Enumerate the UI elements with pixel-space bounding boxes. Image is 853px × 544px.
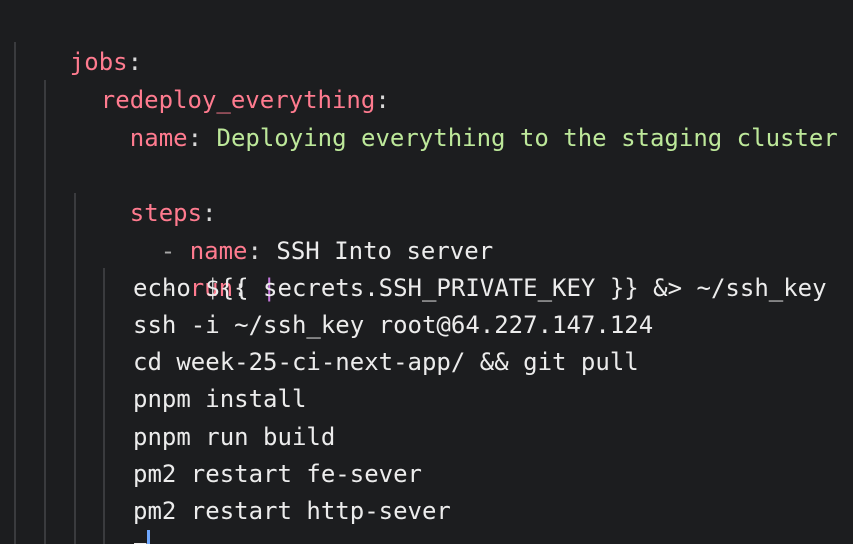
code-line-step2: - run: |	[160, 274, 277, 302]
code-line-name: name: Deploying everything to the stagin…	[129, 124, 838, 152]
code-line-steps: steps:	[129, 199, 217, 227]
script-line: echo ${{ secrets.SSH_PRIVATE_KEY }} &> ~…	[133, 274, 827, 302]
yaml-key-name: name	[129, 124, 188, 152]
script-line: ssh -i ~/ssh_key root@64.227.147.124	[133, 311, 654, 339]
code-editor[interactable]: jobs: redeploy_everything: name: Deployi…	[0, 0, 853, 544]
yaml-value-name: Deploying everything to the staging clus…	[216, 124, 838, 152]
yaml-value-step-name: SSH Into server	[276, 237, 494, 265]
script-line: pnpm run build	[133, 423, 336, 451]
script-line: pm2 restart fe-sever	[133, 460, 422, 488]
script-line: pnpm install	[133, 385, 307, 413]
script-line: cd week-25-ci-next-app/ && git pull	[133, 348, 639, 376]
text-cursor	[147, 530, 150, 544]
script-line: pm2 restart http-sever	[133, 497, 451, 525]
code-line-jobs: jobs:	[69, 48, 143, 76]
code-line-step1: - name: SSH Into server	[160, 237, 494, 265]
script-line-partial: =	[133, 528, 147, 544]
code-line-job-name: redeploy_everything:	[100, 86, 390, 114]
